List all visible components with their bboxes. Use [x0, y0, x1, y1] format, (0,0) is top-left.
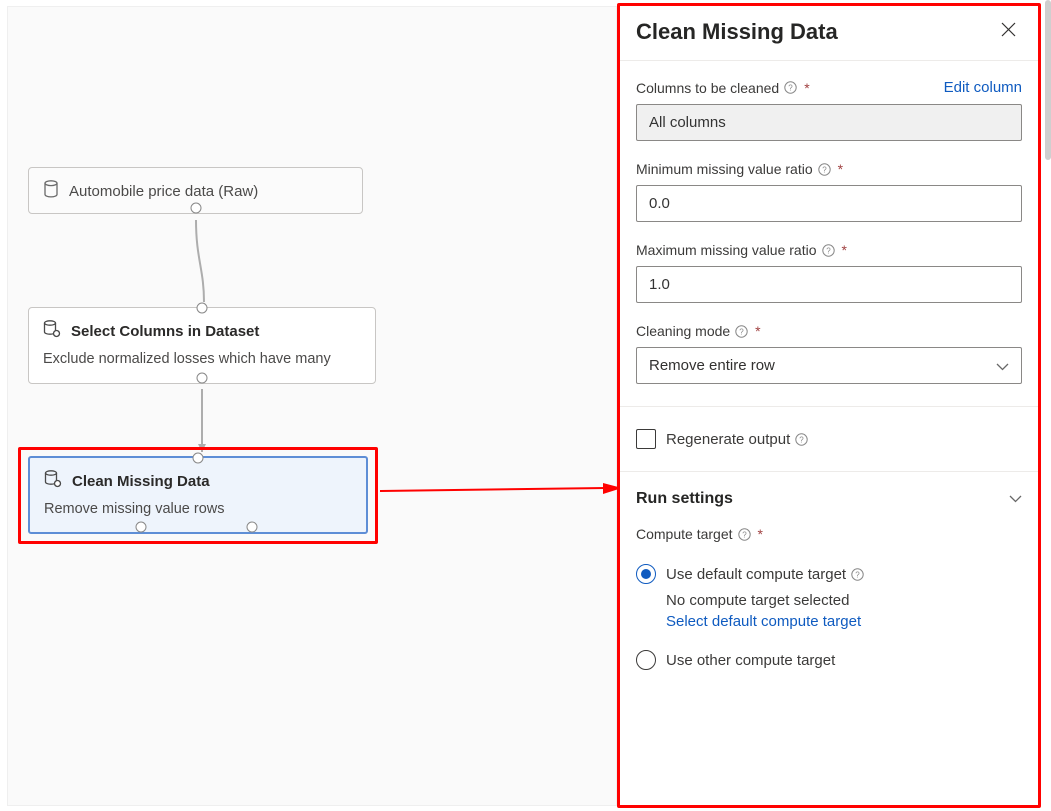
- required-indicator: *: [838, 161, 843, 177]
- edit-column-link[interactable]: Edit column: [944, 79, 1022, 96]
- main-settings-section: Columns to be cleaned ? * Edit column Al…: [620, 61, 1038, 407]
- radio-use-other-label: Use other compute target: [666, 652, 835, 669]
- database-icon: [43, 180, 59, 203]
- required-indicator: *: [842, 242, 847, 258]
- node-subtitle: Remove missing value rows: [44, 501, 352, 517]
- pipeline-canvas[interactable]: Automobile price data (Raw): [7, 6, 617, 806]
- node-title: Automobile price data (Raw): [69, 183, 258, 200]
- regenerate-label: Regenerate output ?: [666, 431, 808, 448]
- min-ratio-label: Minimum missing value ratio ? *: [636, 161, 843, 177]
- required-indicator: *: [755, 323, 760, 339]
- info-icon[interactable]: ?: [795, 433, 808, 446]
- max-ratio-label: Maximum missing value ratio ? *: [636, 242, 847, 258]
- columns-value-box[interactable]: All columns: [636, 104, 1022, 141]
- output-port[interactable]: [190, 203, 201, 214]
- radio-use-default-label: Use default compute target ?: [666, 566, 864, 583]
- scrollbar-thumb[interactable]: [1045, 0, 1051, 160]
- node-title: Clean Missing Data: [72, 473, 210, 490]
- properties-panel: Clean Missing Data Columns to be cleaned…: [617, 3, 1041, 808]
- info-icon[interactable]: ?: [818, 163, 831, 176]
- radio-use-default[interactable]: [636, 564, 656, 584]
- panel-title: Clean Missing Data: [636, 19, 838, 45]
- svg-text:?: ?: [739, 327, 744, 336]
- info-icon[interactable]: ?: [784, 81, 797, 94]
- close-button[interactable]: [997, 18, 1020, 46]
- node-automobile-price-data[interactable]: Automobile price data (Raw): [28, 167, 363, 214]
- run-settings-header[interactable]: Run settings: [636, 490, 1022, 508]
- output-port[interactable]: [197, 373, 208, 384]
- info-icon[interactable]: ?: [822, 244, 835, 257]
- compute-target-label: Compute target ? *: [636, 526, 763, 542]
- radio-use-other[interactable]: [636, 650, 656, 670]
- run-settings-title: Run settings: [636, 490, 733, 508]
- chevron-down-icon: [996, 358, 1009, 375]
- required-indicator: *: [804, 80, 809, 96]
- annotation-arrow: [380, 483, 622, 495]
- compute-target-radio-group: Use default compute target ? No compute …: [636, 554, 1022, 678]
- info-icon[interactable]: ?: [851, 568, 864, 581]
- connector-1-2: [194, 219, 214, 303]
- svg-text:?: ?: [826, 246, 831, 255]
- scrollbar-track[interactable]: [1045, 0, 1051, 811]
- no-compute-note: No compute target selected: [666, 592, 1022, 609]
- output-port-2[interactable]: [246, 522, 257, 533]
- node-clean-missing-data[interactable]: Clean Missing Data Remove missing value …: [28, 456, 368, 534]
- min-ratio-input[interactable]: [636, 185, 1022, 222]
- svg-text:?: ?: [855, 570, 860, 579]
- info-icon[interactable]: ?: [738, 528, 751, 541]
- cleaning-mode-label: Cleaning mode ? *: [636, 323, 761, 339]
- cleaning-mode-value: Remove entire row: [649, 357, 775, 374]
- chevron-down-icon: [1009, 490, 1022, 508]
- svg-text:?: ?: [800, 435, 805, 444]
- svg-text:?: ?: [788, 84, 793, 93]
- database-gear-icon: [43, 320, 61, 343]
- required-indicator: *: [758, 526, 763, 542]
- info-icon[interactable]: ?: [735, 325, 748, 338]
- cleaning-mode-select[interactable]: Remove entire row: [636, 347, 1022, 384]
- app-root: Automobile price data (Raw): [0, 0, 1051, 811]
- node-subtitle: Exclude normalized losses which have man…: [43, 351, 361, 367]
- run-settings-section: Run settings Compute target ? *: [620, 472, 1038, 688]
- connector-2-3: [200, 389, 204, 452]
- output-port-1[interactable]: [135, 522, 146, 533]
- panel-header: Clean Missing Data: [620, 6, 1038, 61]
- input-port[interactable]: [197, 303, 208, 314]
- svg-text:?: ?: [742, 530, 747, 539]
- regenerate-checkbox[interactable]: [636, 429, 656, 449]
- input-port[interactable]: [193, 453, 204, 464]
- regenerate-row: Regenerate output ?: [620, 407, 1038, 472]
- database-gear-icon: [44, 470, 62, 493]
- max-ratio-input[interactable]: [636, 266, 1022, 303]
- svg-text:?: ?: [822, 165, 827, 174]
- node-title: Select Columns in Dataset: [71, 323, 259, 340]
- node-select-columns[interactable]: Select Columns in Dataset Exclude normal…: [28, 307, 376, 384]
- columns-label: Columns to be cleaned ? *: [636, 80, 810, 96]
- select-default-compute-link[interactable]: Select default compute target: [666, 613, 1022, 630]
